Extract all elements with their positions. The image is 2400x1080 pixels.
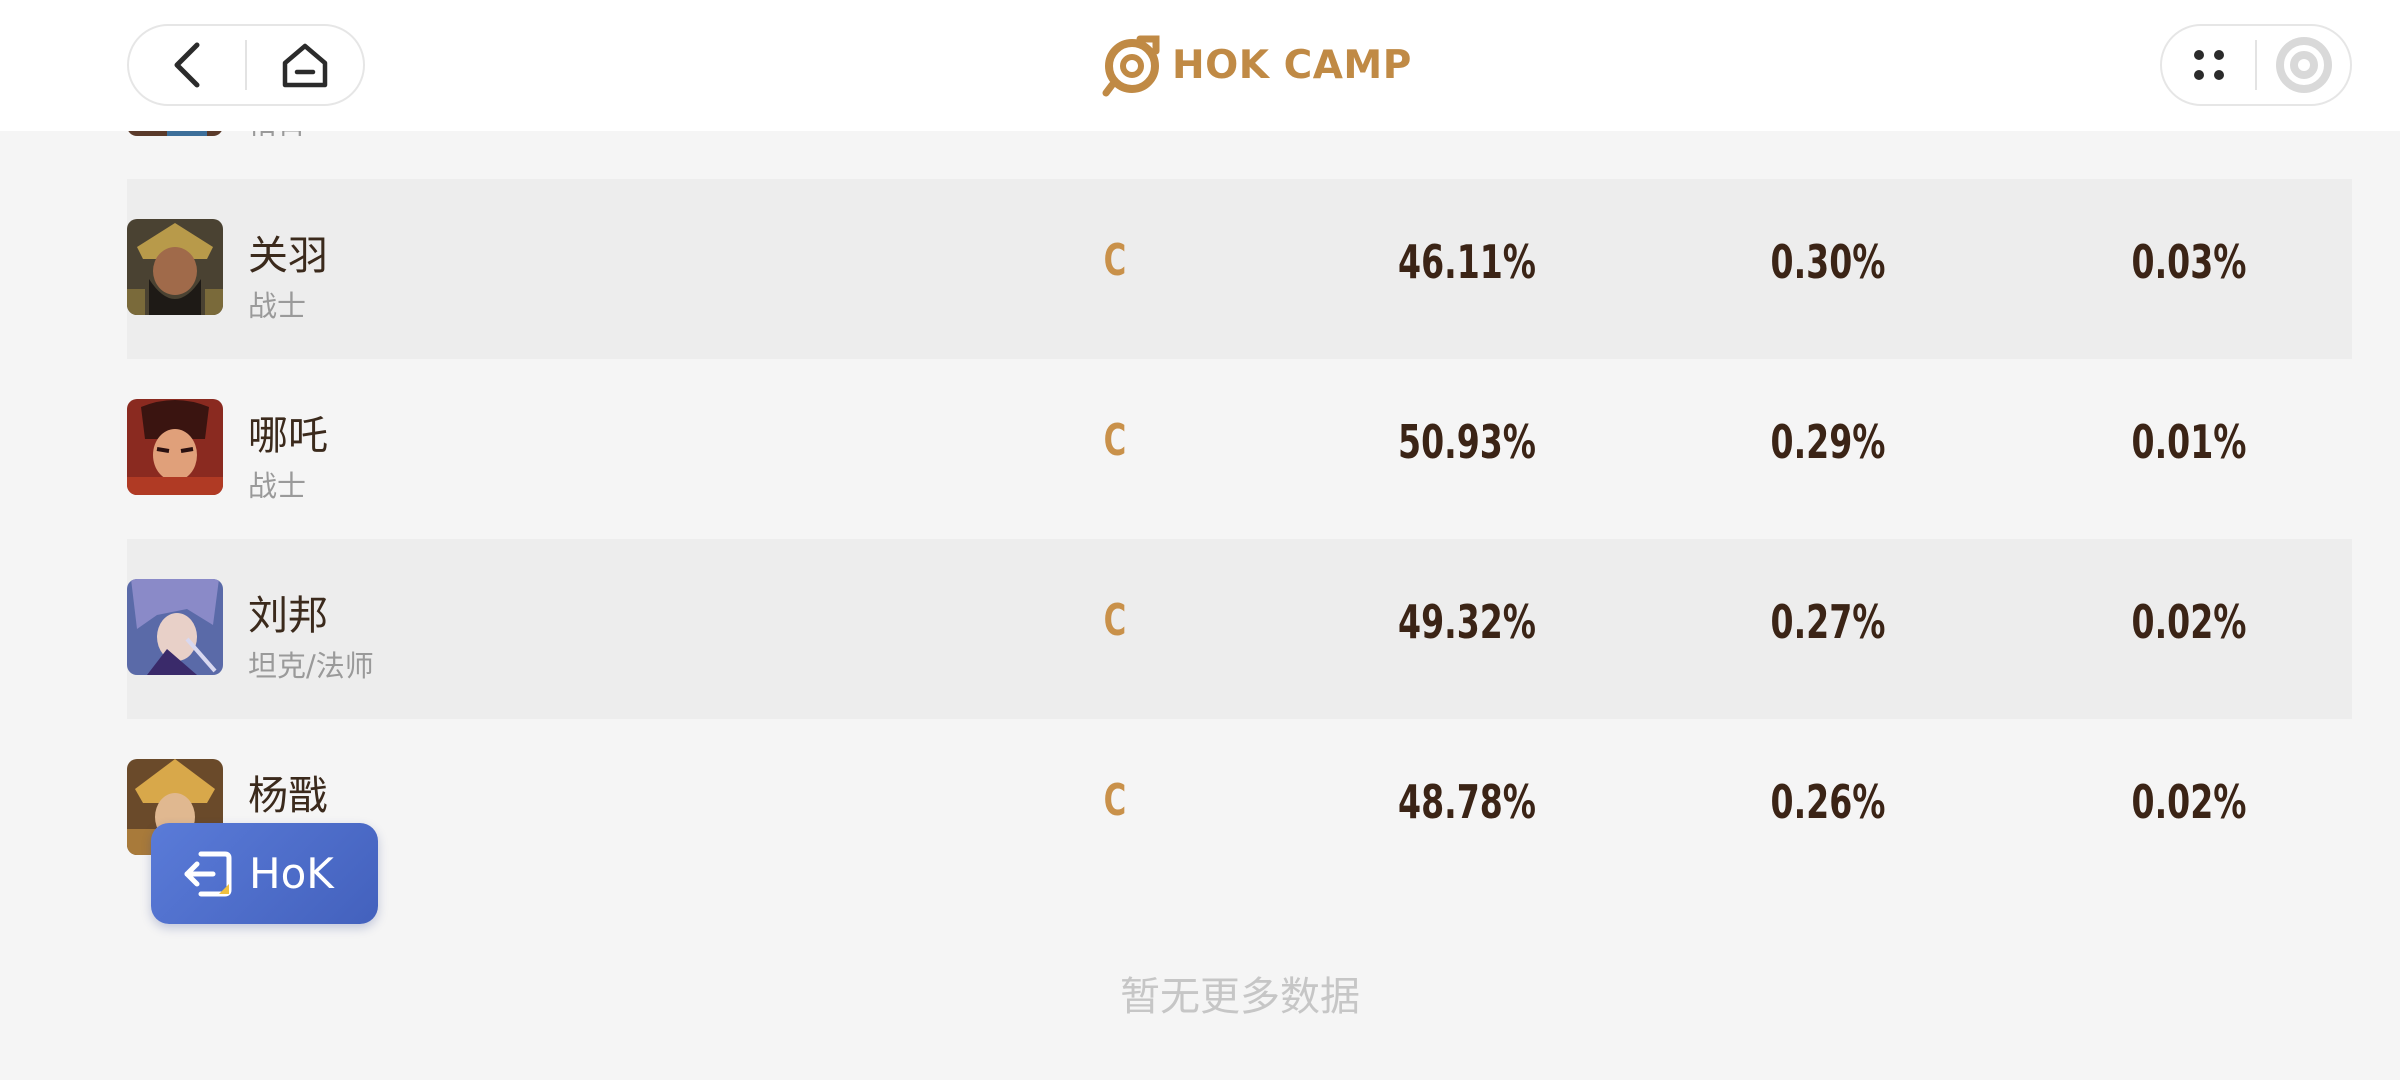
win-rate: 48.78% — [1398, 775, 1536, 829]
top-bar: HOK CAMP — [0, 0, 2400, 131]
home-icon — [282, 43, 328, 88]
hero-role: 战士 — [248, 469, 307, 503]
win-rate: 49.32% — [1398, 595, 1536, 649]
hero-role: 战士 — [248, 289, 307, 323]
close-mini-program-button[interactable] — [2257, 26, 2350, 104]
target-close-icon — [2275, 37, 2332, 93]
table-row[interactable]: 杨戬 战士 C 48.78% 0.26% 0.02% — [127, 719, 2352, 899]
back-arrow-icon — [174, 42, 200, 88]
hok-badge-label: HoK — [249, 849, 334, 898]
pick-rate: 0.26% — [1770, 775, 1886, 829]
hero-name: 刘邦 — [248, 593, 328, 639]
tier-badge: C — [1103, 595, 1127, 646]
pick-rate: 0.27% — [1770, 595, 1886, 649]
tier-badge: C — [1103, 235, 1127, 286]
win-rate: 46.11% — [1398, 235, 1536, 289]
ban-rate: 0.03% — [2131, 235, 2247, 289]
ban-rate: 0.01% — [2131, 415, 2247, 469]
no-more-data-text: 暂无更多数据 — [1120, 974, 1360, 1020]
table-row[interactable]: 哪吒 战士 C 50.93% 0.29% 0.01% — [127, 359, 2352, 539]
exit-app-icon — [184, 851, 232, 896]
back-button[interactable] — [129, 26, 245, 104]
tier-badge: C — [1103, 775, 1127, 826]
hero-name: 哪吒 — [248, 413, 328, 459]
pick-rate: 0.30% — [1770, 235, 1886, 289]
hok-camp-emblem-icon — [1102, 35, 1160, 97]
nav-capsule — [127, 24, 365, 106]
mini-program-capsule — [2160, 24, 2352, 106]
hok-camp-logo: HOK CAMP — [1100, 32, 1412, 98]
pick-rate: 0.29% — [1770, 415, 1886, 469]
ban-rate: 0.02% — [2131, 775, 2247, 829]
tier-badge: C — [1103, 415, 1127, 466]
table-row[interactable]: 刘邦 坦克/法师 C 49.32% 0.27% 0.02% — [127, 539, 2352, 719]
hero-avatar — [127, 579, 223, 675]
hero-avatar — [127, 399, 223, 495]
more-menu-button[interactable] — [2162, 26, 2255, 104]
hero-name: 关羽 — [248, 233, 328, 279]
table-row[interactable]: 关羽 战士 C 46.11% 0.30% 0.03% — [127, 179, 2352, 359]
grid-dots-icon — [2193, 50, 2224, 80]
logo-text: HOK CAMP — [1172, 42, 1412, 88]
hero-role: 坦克/法师 — [248, 649, 374, 683]
hok-floating-button[interactable]: HoK — [151, 823, 378, 924]
win-rate: 50.93% — [1398, 415, 1536, 469]
home-button[interactable] — [247, 26, 363, 104]
ban-rate: 0.02% — [2131, 595, 2247, 649]
hero-name: 杨戬 — [248, 773, 328, 819]
hero-avatar — [127, 219, 223, 315]
